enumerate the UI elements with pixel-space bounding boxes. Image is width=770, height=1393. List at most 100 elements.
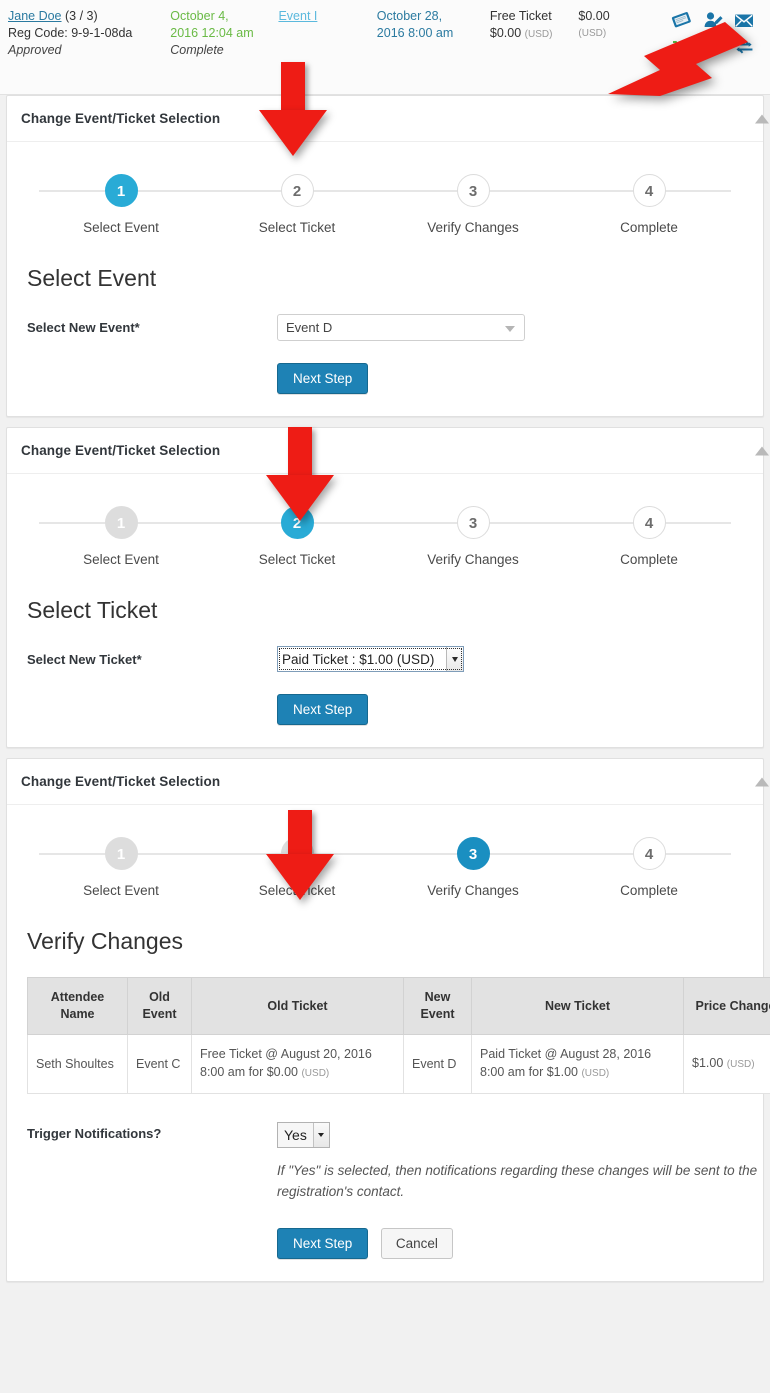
cell-new-ticket: Paid Ticket @ August 28, 2016 8:00 am fo… bbox=[471, 1034, 684, 1094]
trigger-notifications-value: Yes bbox=[284, 1127, 307, 1143]
panel-3-actions: Next Step Cancel bbox=[27, 1228, 743, 1259]
th-new-ticket: New Ticket bbox=[471, 977, 684, 1035]
chevron-up-icon[interactable] bbox=[755, 777, 769, 786]
th-old-ticket: Old Ticket bbox=[191, 977, 404, 1035]
annotation-arrow-2 bbox=[265, 427, 335, 522]
step-3-label: Verify Changes bbox=[427, 883, 519, 898]
cell-old-ticket: Free Ticket @ August 20, 2016 8:00 am fo… bbox=[191, 1034, 404, 1094]
step-3-verify-changes[interactable]: 3 Verify Changes bbox=[385, 837, 561, 898]
step-2-select-ticket[interactable]: 2 Select Ticket bbox=[209, 174, 385, 235]
verify-changes-heading: Verify Changes bbox=[27, 928, 183, 954]
panel-3-body: 1 Select Event 2 Select Ticket 3 Verify … bbox=[7, 805, 770, 1281]
registration-date-column: October 4, 2016 12:04 am Complete bbox=[170, 8, 278, 59]
chevron-up-icon[interactable] bbox=[755, 446, 769, 455]
cell-attendee-name: Seth Shoultes bbox=[27, 1034, 128, 1094]
arrow-2-head bbox=[266, 475, 334, 521]
select-new-ticket-label: Select New Ticket* bbox=[27, 651, 142, 667]
annotation-arrow-3 bbox=[265, 810, 335, 905]
ticket-price-line: $0.00 (USD) bbox=[490, 25, 579, 43]
event-date-line-2[interactable]: 2016 8:00 am bbox=[377, 25, 490, 42]
step-3-label: Verify Changes bbox=[427, 220, 519, 235]
attendee-count: (3 / 3) bbox=[65, 9, 98, 23]
verify-table-body: Seth Shoultes Event C Free Ticket @ Augu… bbox=[27, 1034, 770, 1094]
step-3-verify-changes[interactable]: 3 Verify Changes bbox=[385, 506, 561, 567]
next-step-button-3[interactable]: Next Step bbox=[277, 1228, 369, 1259]
step-3-verify-changes[interactable]: 3 Verify Changes bbox=[385, 174, 561, 235]
step-2-label: Select Ticket bbox=[258, 220, 336, 235]
panel-2-body: 1 Select Event 2 Select Ticket 3 Verify … bbox=[7, 474, 763, 747]
step-1-label: Select Event bbox=[83, 552, 159, 567]
attendee-name-link[interactable]: Jane Doe bbox=[8, 9, 62, 23]
th-price-change: Price Change bbox=[683, 977, 770, 1035]
new-ticket-currency: (USD) bbox=[581, 1068, 610, 1079]
step-4-label: Complete bbox=[620, 552, 678, 567]
step-1-bubble: 1 bbox=[104, 506, 138, 539]
panel-select-ticket: Change Event/Ticket Selection 1 Select E… bbox=[6, 427, 769, 748]
event-date-column: October 28, 2016 8:00 am bbox=[377, 8, 490, 42]
panel-1-title: Change Event/Ticket Selection bbox=[21, 111, 221, 126]
event-date-line-1[interactable]: October 28, bbox=[377, 8, 490, 25]
step-2-bubble: 2 bbox=[280, 174, 314, 207]
table-row: Seth Shoultes Event C Free Ticket @ Augu… bbox=[27, 1034, 770, 1094]
select-new-ticket-value: Paid Ticket : $1.00 (USD) bbox=[282, 651, 435, 667]
step-3-label: Verify Changes bbox=[427, 552, 519, 567]
select-new-ticket-dropdown[interactable]: Paid Ticket : $1.00 (USD) bbox=[277, 646, 465, 672]
cell-old-event: Event C bbox=[127, 1034, 192, 1094]
registration-identity-column: Jane Doe (3 / 3) Reg Code: 9-9-1-08da Ap… bbox=[8, 8, 170, 59]
panel-3-header[interactable]: Change Event/Ticket Selection bbox=[7, 759, 769, 805]
step-1-bubble: 1 bbox=[104, 174, 138, 207]
next-step-button-2[interactable]: Next Step bbox=[277, 694, 369, 725]
select-new-ticket-row: Select New Ticket* Paid Ticket : $1.00 (… bbox=[27, 646, 743, 672]
new-ticket-text: Paid Ticket @ August 28, 2016 8:00 am fo… bbox=[480, 1047, 652, 1079]
registration-date-line-1: October 4, bbox=[170, 9, 229, 23]
event-name-column: Event I bbox=[278, 8, 376, 25]
step-4-bubble: 4 bbox=[632, 837, 666, 870]
step-4-complete[interactable]: 4 Complete bbox=[561, 837, 737, 898]
table-header-row: Attendee Name Old Event Old Ticket New E… bbox=[27, 977, 770, 1035]
select-new-event-label: Select New Event* bbox=[27, 320, 140, 335]
trigger-notifications-help-text: If "Yes" is selected, then notifications… bbox=[277, 1163, 758, 1199]
step-4-label: Complete bbox=[620, 883, 678, 898]
attendee-name-line: Jane Doe (3 / 3) bbox=[8, 8, 170, 25]
annotation-arrow-diagonal bbox=[600, 8, 770, 98]
arrow-3-shaft bbox=[288, 810, 312, 860]
next-step-button-1[interactable]: Next Step bbox=[277, 363, 369, 394]
event-name-link[interactable]: Event I bbox=[278, 9, 317, 23]
select-ticket-heading: Select Ticket bbox=[27, 597, 158, 623]
registration-code: Reg Code: 9-9-1-08da bbox=[8, 26, 133, 40]
trigger-notifications-dropdown[interactable]: Yes bbox=[277, 1122, 330, 1148]
arrow-2-shaft bbox=[288, 427, 312, 479]
ticket-column: Free Ticket $0.00 (USD) bbox=[490, 8, 579, 43]
old-ticket-currency: (USD) bbox=[301, 1068, 330, 1079]
step-4-bubble: 4 bbox=[632, 506, 666, 539]
arrow-1-shaft bbox=[281, 62, 305, 114]
panel-1-header[interactable]: Change Event/Ticket Selection bbox=[7, 96, 769, 142]
step-4-complete[interactable]: 4 Complete bbox=[561, 174, 737, 235]
cancel-button[interactable]: Cancel bbox=[380, 1228, 453, 1259]
step-3-bubble: 3 bbox=[456, 174, 490, 207]
step-1-select-event[interactable]: 1 Select Event bbox=[33, 174, 209, 235]
panel-2-header[interactable]: Change Event/Ticket Selection bbox=[7, 428, 769, 474]
price-change-amount: $1.00 bbox=[692, 1056, 724, 1070]
step-3-bubble: 3 bbox=[456, 837, 490, 870]
step-1-label: Select Event bbox=[83, 220, 159, 235]
th-attendee-name: Attendee Name bbox=[27, 977, 128, 1035]
chevron-down-icon[interactable] bbox=[446, 647, 464, 671]
step-1-select-event[interactable]: 1 Select Event bbox=[33, 837, 209, 898]
panel-3-title: Change Event/Ticket Selection bbox=[21, 774, 221, 789]
panel-select-event: Change Event/Ticket Selection 1 Select E… bbox=[6, 95, 769, 417]
step-1-select-event[interactable]: 1 Select Event bbox=[33, 506, 209, 567]
chevron-up-icon[interactable] bbox=[755, 114, 769, 123]
chevron-down-icon bbox=[505, 326, 515, 332]
select-new-event-dropdown[interactable]: Event D bbox=[277, 314, 525, 341]
registration-date-line-2: 2016 12:04 am bbox=[170, 26, 254, 40]
th-old-event: Old Event bbox=[127, 977, 192, 1035]
chevron-down-icon[interactable] bbox=[312, 1123, 329, 1147]
panel-1-stepper: 1 Select Event 2 Select Ticket 3 Verify … bbox=[27, 174, 743, 235]
step-4-complete[interactable]: 4 Complete bbox=[561, 506, 737, 567]
panel-verify-changes: Change Event/Ticket Selection 1 Select E… bbox=[6, 758, 770, 1282]
step-3-bubble: 3 bbox=[456, 506, 490, 539]
panel-1-actions: Next Step bbox=[27, 363, 743, 394]
arrow-1-head bbox=[259, 110, 327, 156]
th-new-event: New Event bbox=[403, 977, 472, 1035]
